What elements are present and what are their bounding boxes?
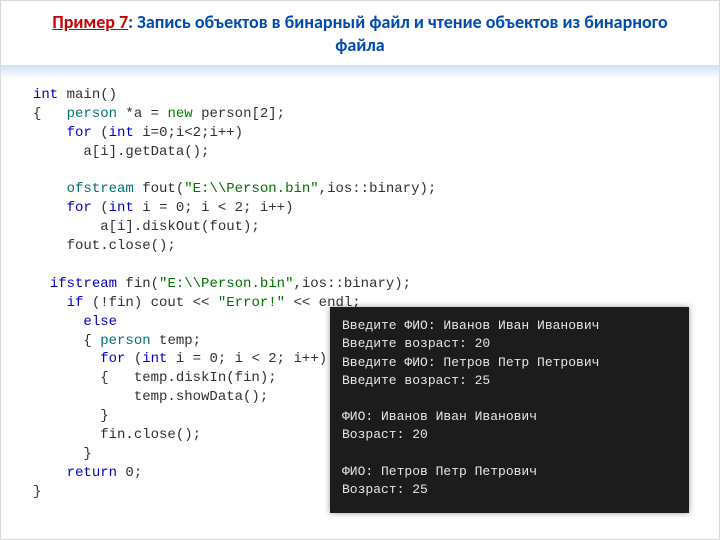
string-literal: "E:\\Person.bin" (184, 181, 318, 197)
console-line: Введите ФИО: Иванов Иван Иванович (342, 318, 599, 333)
console-line: Возраст: 20 (342, 427, 428, 442)
kw-for: for (67, 125, 92, 141)
kw-new: new (167, 106, 192, 122)
kw-if: if (67, 295, 84, 311)
kw-else: else (83, 314, 117, 330)
console-line: Введите ФИО: Петров Петр Петрович (342, 355, 599, 370)
title-text: Запись объектов в бинарный файл и чтение… (133, 11, 668, 56)
console-line: ФИО: Петров Петр Петрович (342, 464, 537, 479)
string-literal: "E:\\Person.bin" (159, 276, 293, 292)
type-ifstream: ifstream (50, 276, 117, 292)
console-line: Введите возраст: 25 (342, 373, 490, 388)
type-person: person (67, 106, 117, 122)
type-ofstream: ofstream (67, 181, 134, 197)
slide-title: Пример 7: Запись объектов в бинарный фай… (1, 1, 719, 62)
title-divider (1, 65, 719, 79)
kw-for: for (67, 200, 92, 216)
console-line: Возраст: 25 (342, 482, 428, 497)
kw-int: int (33, 87, 58, 103)
kw-int: int (109, 200, 134, 216)
console-output: Введите ФИО: Иванов Иван Иванович Введит… (330, 307, 689, 513)
console-line: Введите возраст: 20 (342, 336, 490, 351)
kw-return: return (67, 465, 117, 481)
kw-int: int (109, 125, 134, 141)
type-person: person (100, 333, 150, 349)
kw-for: for (100, 351, 125, 367)
string-literal: "Error!" (218, 295, 285, 311)
kw-int: int (142, 351, 167, 367)
slide: Пример 7: Запись объектов в бинарный фай… (0, 0, 720, 540)
console-line: ФИО: Иванов Иван Иванович (342, 409, 537, 424)
title-example-number: Пример 7 (52, 11, 128, 33)
